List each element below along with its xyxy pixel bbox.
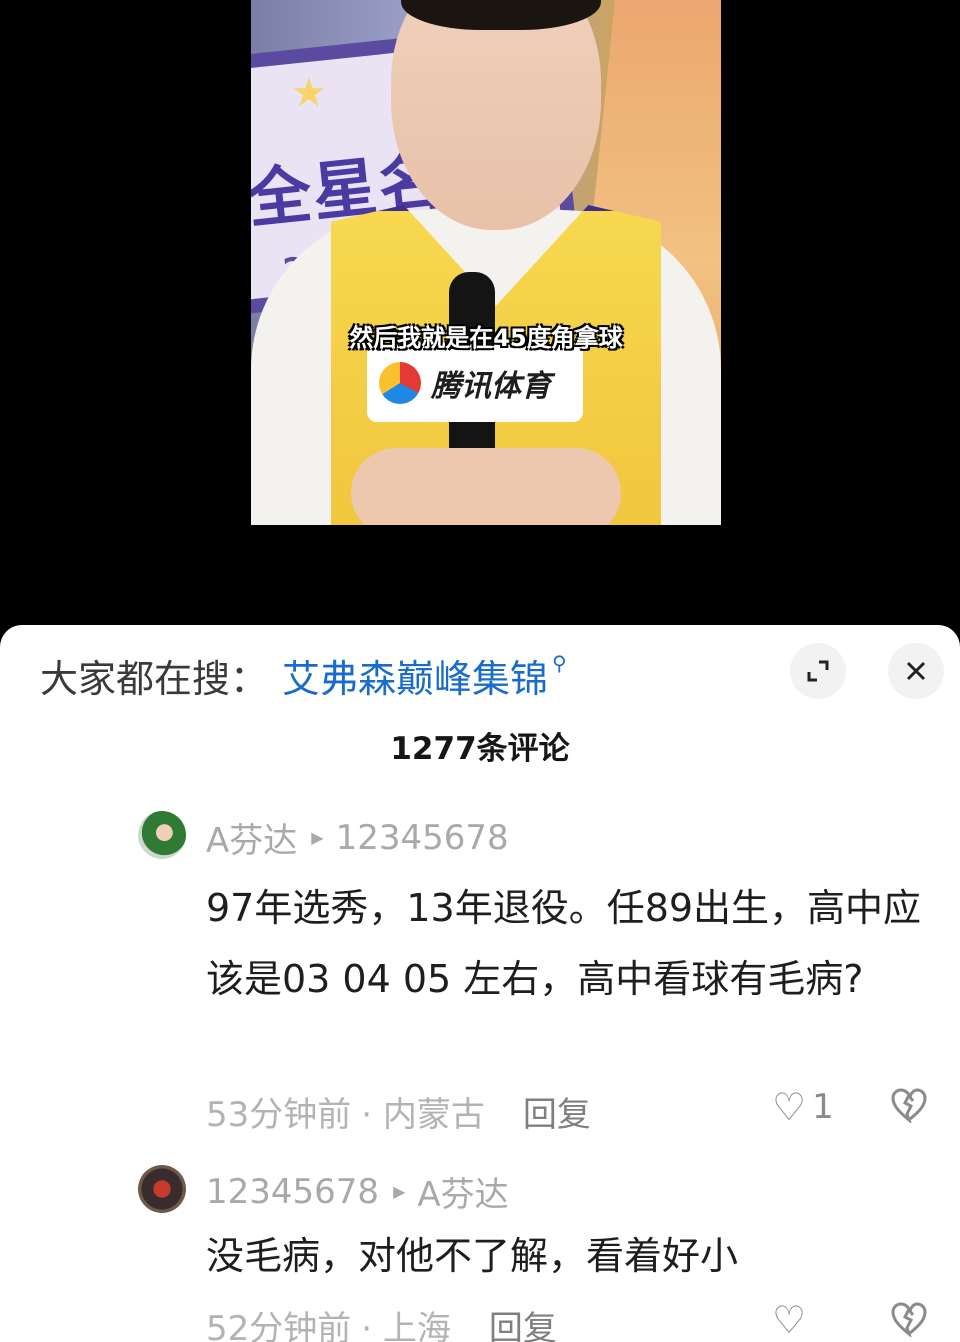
comment-location: · 上海 (361, 1309, 451, 1342)
video-frame[interactable]: 全星名 2025 ★ ✦ 腾讯体育 然后我就是在45度角拿球 (251, 0, 721, 525)
close-button[interactable] (888, 643, 944, 699)
video-subtitle: 然后我就是在45度角拿球 (349, 324, 623, 352)
heart-icon: ♡ (772, 1298, 807, 1342)
trending-search-label: 大家都在搜： (40, 656, 269, 701)
comment-reply-to[interactable]: A芬达 (417, 1167, 508, 1216)
comment-count: 1277条评论 (390, 731, 570, 767)
tencent-sports-logo-icon (379, 362, 421, 404)
comment-text[interactable]: 没毛病，对他不了解，看着好小 (206, 1221, 936, 1292)
comment-author[interactable]: A芬达 (206, 813, 297, 862)
speaker-hands (351, 448, 621, 525)
like-count: 1 (812, 1087, 834, 1127)
comment-time: 53分钟前 (206, 1095, 352, 1135)
dislike-button[interactable] (890, 1087, 928, 1132)
comment-footer: 52分钟前 · 上海 回复 (206, 1301, 557, 1342)
comment-author[interactable]: 12345678 (206, 1172, 379, 1212)
comment-meta: A芬达 ▶ 12345678 (206, 813, 509, 862)
like-button[interactable]: ♡ (772, 1301, 806, 1339)
reply-button[interactable]: 回复 (523, 1087, 591, 1136)
reply-arrow-icon: ▶ (393, 1182, 406, 1201)
dislike-button[interactable] (890, 1301, 928, 1342)
reply-button[interactable]: 回复 (489, 1301, 557, 1342)
trending-search-link[interactable]: 艾弗森巅峰集锦 (282, 648, 548, 703)
star-decoration: ★ (291, 70, 327, 116)
collapse-icon (807, 660, 829, 682)
mic-brand-text: 腾讯体育 (431, 369, 551, 404)
avatar[interactable] (138, 1165, 186, 1213)
broken-heart-icon (891, 1302, 927, 1339)
avatar[interactable] (138, 811, 186, 859)
comment-text[interactable]: 97年选秀，13年退役。任89出生，高中应该是03 04 05 左右，高中看球有… (206, 873, 936, 1015)
comment-sheet: 大家都在搜： 艾弗森巅峰集锦 ⚲ 1277条评论 A芬达 ▶ 12345678 … (0, 625, 960, 1342)
comment-reply-to[interactable]: 12345678 (336, 818, 509, 858)
trending-search[interactable]: 大家都在搜： 艾弗森巅峰集锦 ⚲ (40, 647, 567, 703)
microphone-flag: 腾讯体育 (367, 344, 583, 422)
reply-arrow-icon: ▶ (311, 828, 324, 847)
broken-heart-icon (891, 1088, 927, 1125)
magnifier-icon: ⚲ (552, 651, 567, 675)
comment-meta: 12345678 ▶ A芬达 (206, 1167, 509, 1216)
heart-icon: ♡ (772, 1085, 807, 1129)
comment-time: 52分钟前 (206, 1309, 352, 1342)
expand-button[interactable] (790, 643, 846, 699)
comment-location: · 内蒙古 (361, 1095, 485, 1135)
video-player[interactable]: 全星名 2025 ★ ✦ 腾讯体育 然后我就是在45度角拿球 (0, 0, 960, 625)
comment-footer: 53分钟前 · 内蒙古 回复 (206, 1087, 591, 1136)
like-button[interactable]: ♡ 1 (772, 1087, 834, 1127)
close-icon (906, 661, 926, 681)
